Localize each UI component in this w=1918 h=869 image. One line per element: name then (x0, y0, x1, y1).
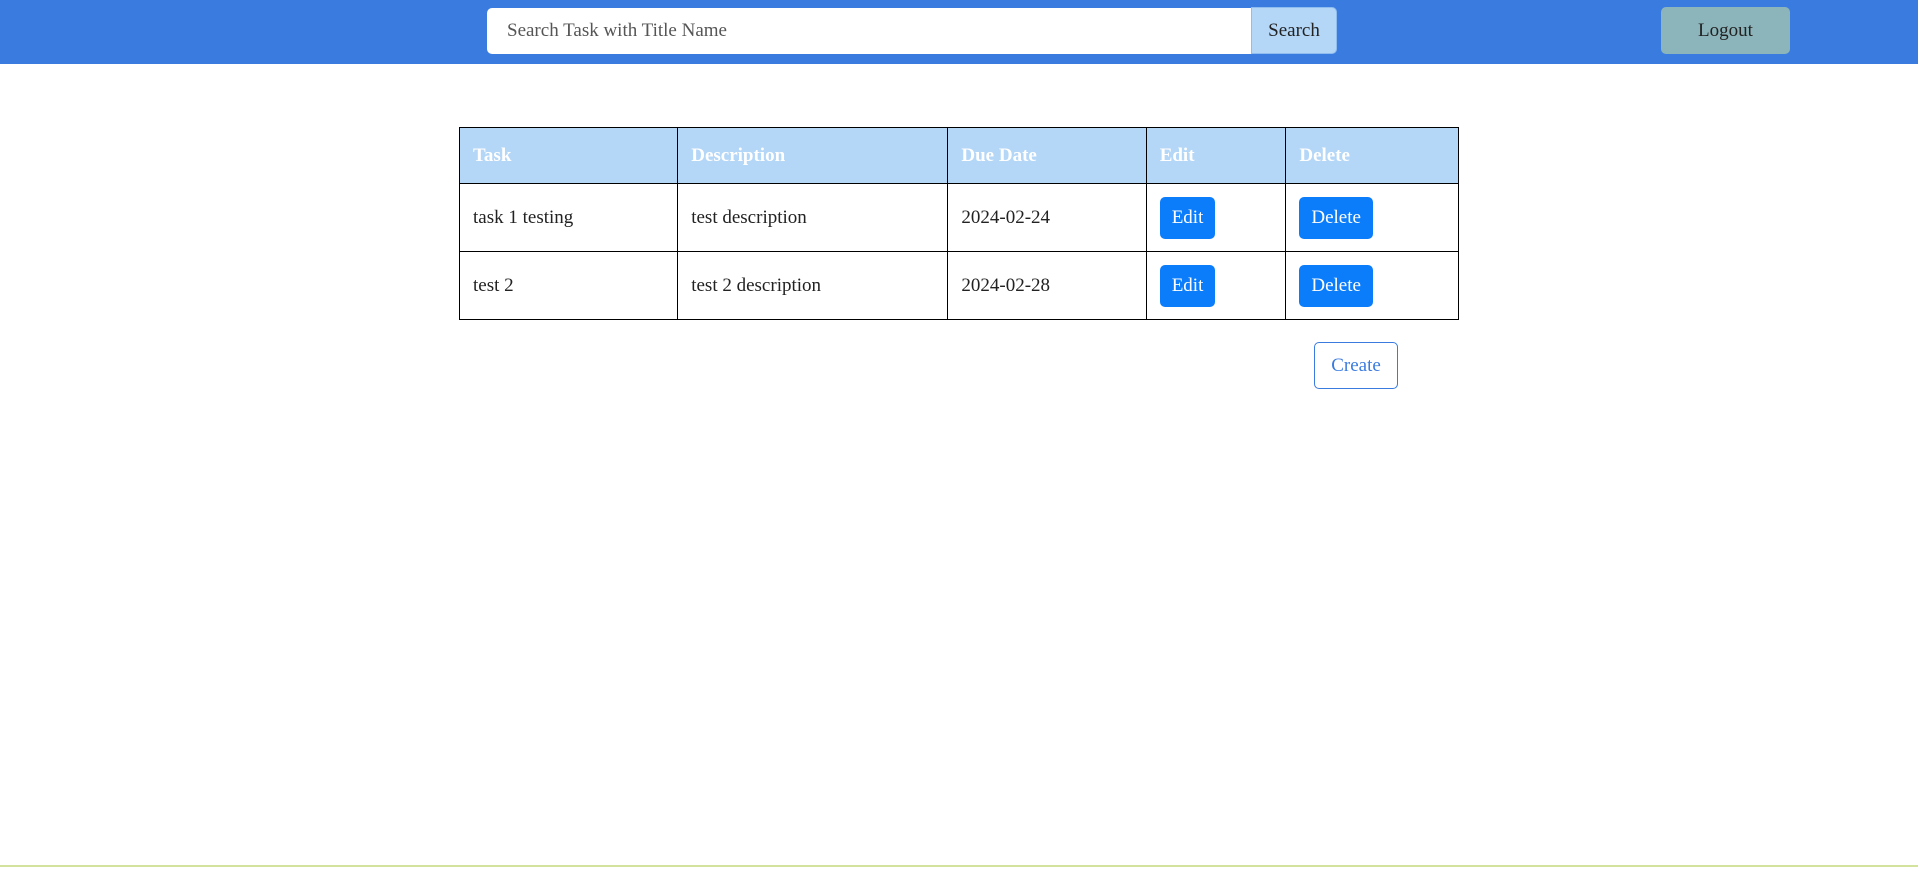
edit-cell: Edit (1145, 251, 1287, 320)
task-description-cell: test description (677, 183, 949, 252)
search-input[interactable] (487, 8, 1253, 54)
task-title-cell: test 2 (458, 251, 679, 320)
column-header-due-date: Due Date (947, 127, 1147, 184)
task-due-date-cell: 2024-02-24 (947, 183, 1147, 252)
delete-button[interactable]: Delete (1299, 196, 1373, 239)
logout-button[interactable]: Logout (1661, 7, 1790, 54)
column-header-description: Description (677, 127, 949, 184)
column-header-delete: Delete (1285, 127, 1459, 184)
delete-cell: Delete (1285, 183, 1459, 252)
create-button[interactable]: Create (1314, 342, 1398, 389)
task-table: Task Description Due Date Edit Delete ta… (458, 127, 1459, 320)
column-header-task: Task (458, 127, 679, 184)
edit-button[interactable]: Edit (1159, 264, 1216, 307)
table-row: task 1 testing test description 2024-02-… (458, 183, 1459, 252)
footer-divider (0, 865, 1918, 867)
column-header-edit: Edit (1145, 127, 1287, 184)
edit-cell: Edit (1145, 183, 1287, 252)
delete-cell: Delete (1285, 251, 1459, 320)
delete-button[interactable]: Delete (1299, 264, 1373, 307)
table-row: test 2 test 2 description 2024-02-28 Edi… (458, 251, 1459, 320)
edit-button[interactable]: Edit (1159, 196, 1216, 239)
task-due-date-cell: 2024-02-28 (947, 251, 1147, 320)
task-title-cell: task 1 testing (458, 183, 679, 252)
task-description-cell: test 2 description (677, 251, 949, 320)
search-button[interactable]: Search (1251, 7, 1337, 54)
top-navbar: Search Logout (0, 0, 1918, 64)
table-header-row: Task Description Due Date Edit Delete (458, 127, 1459, 184)
